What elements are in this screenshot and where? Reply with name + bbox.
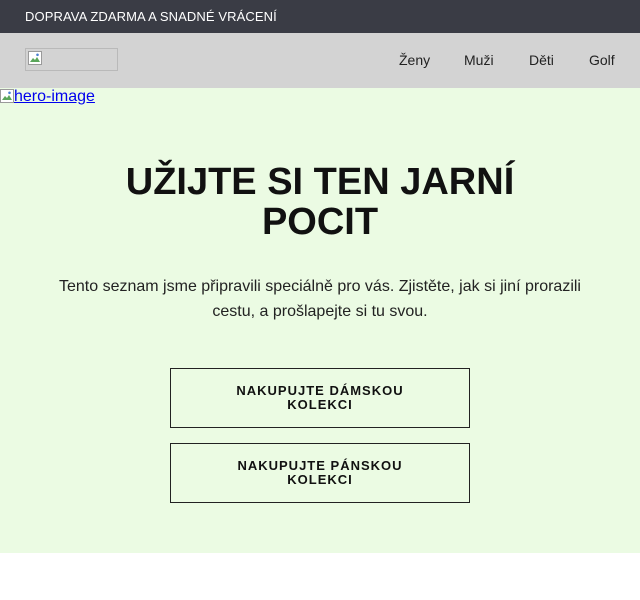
site-logo[interactable] bbox=[25, 48, 118, 71]
main-navigation: Ženy Muži Děti Golf bbox=[0, 33, 640, 88]
hero-description: Tento seznam jsme připravili speciálně p… bbox=[59, 278, 581, 320]
broken-image-icon bbox=[0, 89, 14, 103]
nav-link-deti[interactable]: Děti bbox=[529, 52, 554, 68]
nav-link-golf[interactable]: Golf bbox=[589, 52, 615, 68]
hero-title: UŽIJTE SI TEN JARNÍ POCIT bbox=[0, 162, 640, 242]
hero-section: hero-image UŽIJTE SI TEN JARNÍ POCIT Ten… bbox=[0, 88, 640, 553]
hero-title-line-2: POCIT bbox=[261, 201, 379, 243]
hero-title-line-1: UŽIJTE SI TEN JARNÍ bbox=[125, 161, 515, 203]
nav-link-muzi[interactable]: Muži bbox=[464, 52, 494, 68]
shop-women-button[interactable]: NAKUPUJTE DÁMSKOU KOLEKCI bbox=[170, 368, 470, 428]
broken-image-icon bbox=[28, 51, 42, 65]
hero-image-link[interactable]: hero-image bbox=[0, 88, 95, 106]
shop-men-button[interactable]: NAKUPUJTE PÁNSKOU KOLEKCI bbox=[170, 443, 470, 503]
promo-text: DOPRAVA ZDARMA A SNADNÉ VRÁCENÍ bbox=[25, 9, 277, 24]
hero-image-alt: hero-image bbox=[14, 88, 95, 105]
promo-banner: DOPRAVA ZDARMA A SNADNÉ VRÁCENÍ bbox=[0, 0, 640, 33]
nav-link-zeny[interactable]: Ženy bbox=[399, 52, 430, 68]
